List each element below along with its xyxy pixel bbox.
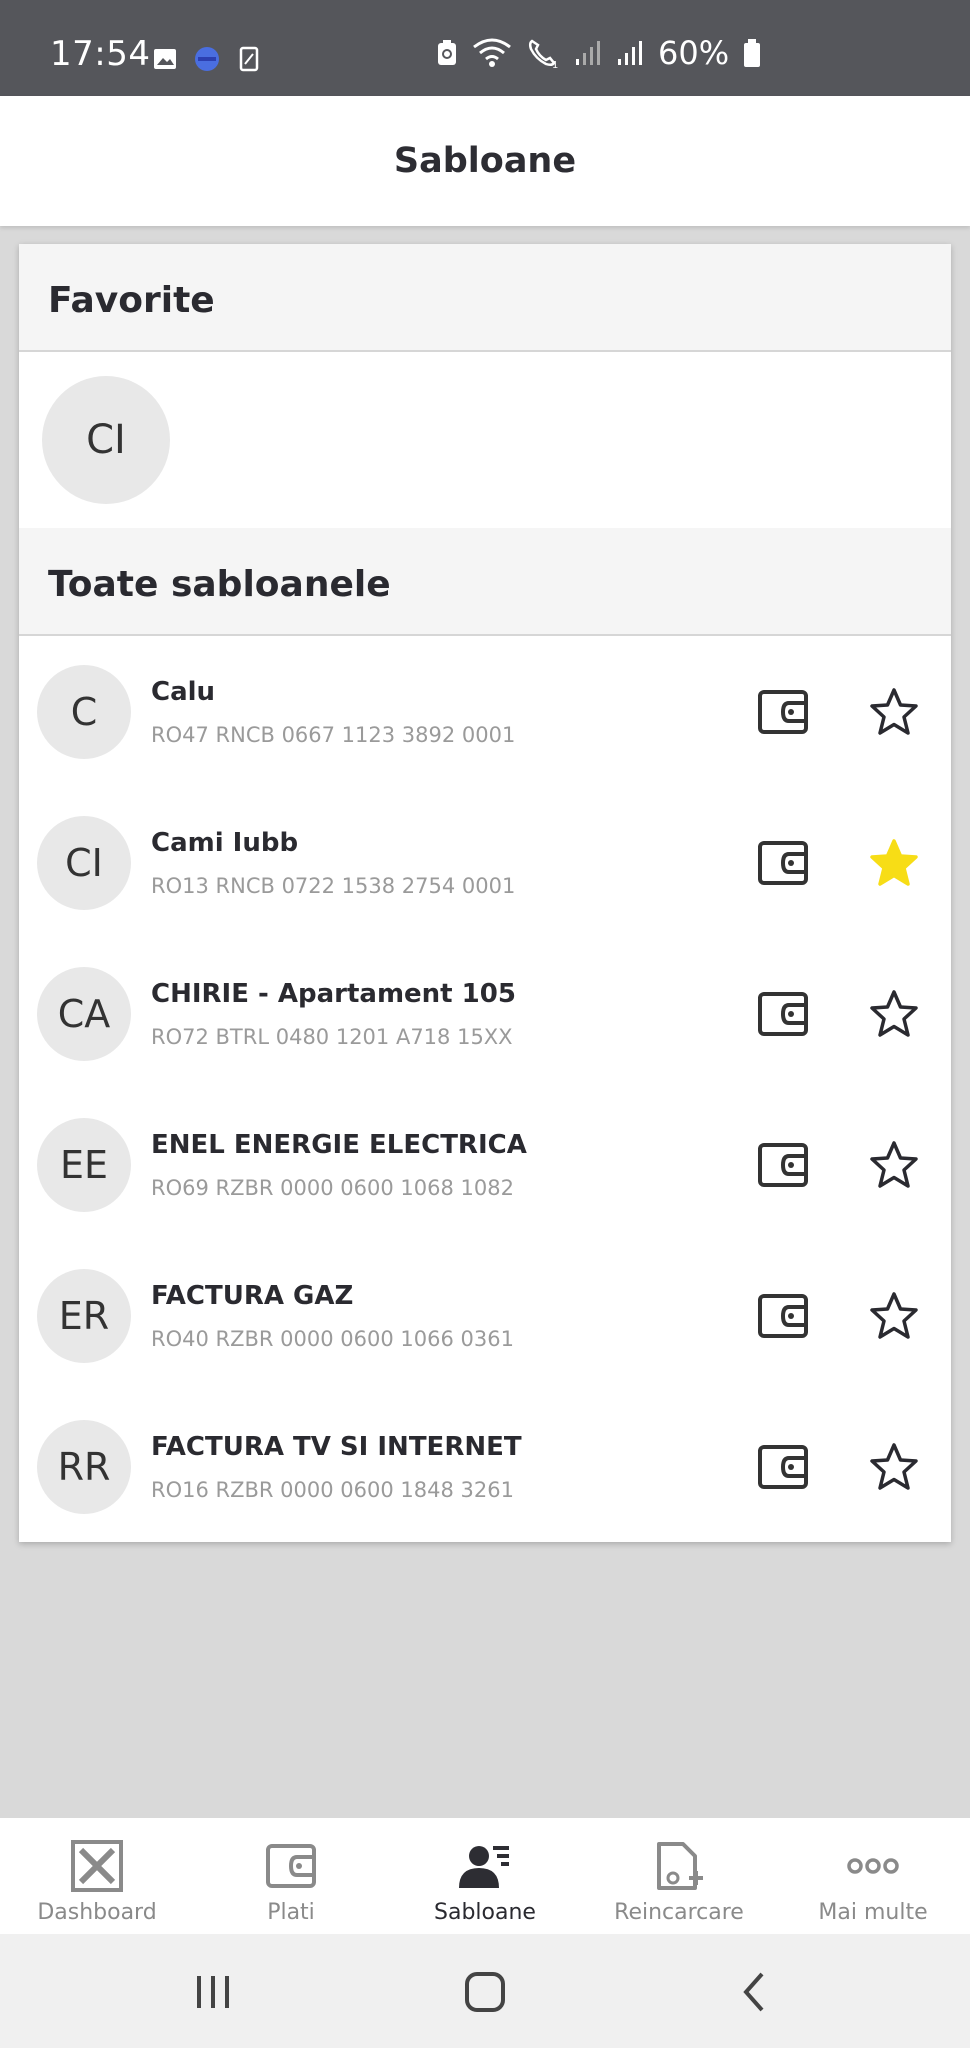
svg-text:1: 1 [552,60,558,69]
nav-sabloane[interactable]: Sabloane [388,1818,582,1934]
template-row[interactable]: CA CHIRIE - Apartament 105 RO72 BTRL 048… [19,939,951,1090]
nav-dashboard[interactable]: Dashboard [0,1818,194,1934]
templates-icon [459,1846,509,1888]
wallet-icon[interactable] [757,1142,809,1188]
status-time: 17:54 [50,34,151,74]
templates-card: Favorite CI Toate sabloanele C Calu RO47… [19,244,951,1542]
battery-icon [744,39,761,67]
favorite-avatar-initials: CI [86,417,126,463]
star-outline-icon[interactable] [868,1139,920,1191]
wallet-icon [266,1844,316,1888]
template-row[interactable]: RR FACTURA TV SI INTERNET RO16 RZBR 0000… [19,1392,951,1543]
screenshot-icon [239,46,259,72]
template-name: FACTURA TV SI INTERNET [151,1432,522,1462]
template-name: FACTURA GAZ [151,1281,354,1311]
signal-icon [618,41,642,65]
recharge-icon [657,1842,703,1890]
wallet-icon[interactable] [757,1444,809,1490]
avatar-initials: CI [65,841,103,885]
star-outline-icon[interactable] [868,1290,920,1342]
dashboard-icon [71,1840,123,1892]
nav-label: Plati [267,1900,315,1925]
avatar: EE [37,1118,131,1212]
star-outline-icon[interactable] [868,686,920,738]
template-row[interactable]: CI Cami Iubb RO13 RNCB 0722 1538 2754 00… [19,788,951,939]
avatar: ER [37,1269,131,1363]
wallet-icon[interactable] [757,840,809,886]
nav-label: Sabloane [434,1900,536,1925]
recent-apps-icon[interactable] [185,1964,241,2020]
wallet-icon[interactable] [757,689,809,735]
star-outline-icon[interactable] [868,988,920,1040]
all-templates-section-header: Toate sabloanele [19,528,951,636]
favorites-heading: Favorite [48,280,215,321]
all-templates-heading: Toate sabloanele [48,564,391,605]
nav-mai-multe[interactable]: Mai multe [776,1818,970,1934]
battery-saver-icon [438,40,456,65]
avatar-initials: RR [57,1445,111,1489]
status-right: 1 60% [436,34,761,72]
avatar-initials: CA [57,992,111,1036]
nav-reincarcare[interactable]: Reincarcare [582,1818,776,1934]
battery-percent: 60% [658,34,730,72]
wifi-call-icon: 1 [528,39,558,69]
template-row[interactable]: ER FACTURA GAZ RO40 RZBR 0000 0600 1066 … [19,1241,951,1392]
star-outline-icon[interactable] [868,1441,920,1493]
avatar: RR [37,1420,131,1514]
nav-label: Mai multe [818,1900,928,1925]
home-icon[interactable] [457,1964,513,2020]
template-iban: RO72 BTRL 0480 1201 A718 15XX [151,1025,513,1049]
system-nav-bar [0,1934,970,2048]
avatar-initials: EE [59,1143,109,1187]
star-filled-icon[interactable] [868,837,920,889]
messenger-icon [195,47,219,71]
wallet-icon[interactable] [757,1293,809,1339]
avatar: CI [37,816,131,910]
template-iban: RO47 RNCB 0667 1123 3892 0001 [151,723,516,747]
avatar-initials: C [70,690,98,734]
template-iban: RO13 RNCB 0722 1538 2754 0001 [151,874,516,898]
avatar: CA [37,967,131,1061]
template-row[interactable]: EE ENEL ENERGIE ELECTRICA RO69 RZBR 0000… [19,1090,951,1241]
gallery-icon [154,49,176,69]
template-row[interactable]: C Calu RO47 RNCB 0667 1123 3892 0001 [19,637,951,788]
favorite-avatar[interactable]: CI [42,376,170,504]
more-icon [847,1858,899,1874]
status-bar: 17:54 1 60% [0,0,970,96]
template-name: Calu [151,677,216,707]
template-iban: RO69 RZBR 0000 0600 1068 1082 [151,1176,514,1200]
avatar-initials: ER [58,1294,110,1338]
nav-label: Dashboard [37,1900,157,1925]
app-header: Sabloane [0,96,970,226]
bottom-nav: Dashboard Plati Sabloane Reincarcare Mai… [0,1818,970,1934]
nav-label: Reincarcare [614,1900,744,1925]
template-iban: RO16 RZBR 0000 0600 1848 3261 [151,1478,514,1502]
avatar: C [37,665,131,759]
template-name: Cami Iubb [151,828,299,858]
back-icon[interactable] [728,1964,784,2020]
wallet-icon[interactable] [757,991,809,1037]
nav-plati[interactable]: Plati [194,1818,388,1934]
template-iban: RO40 RZBR 0000 0600 1066 0361 [151,1327,514,1351]
wifi-icon [473,38,511,67]
template-name: CHIRIE - Apartament 105 [151,979,516,1009]
favorites-section-header: Favorite [19,244,951,352]
page-title: Sabloane [393,141,577,181]
signal-icon [576,41,600,65]
template-name: ENEL ENERGIE ELECTRICA [151,1130,527,1160]
